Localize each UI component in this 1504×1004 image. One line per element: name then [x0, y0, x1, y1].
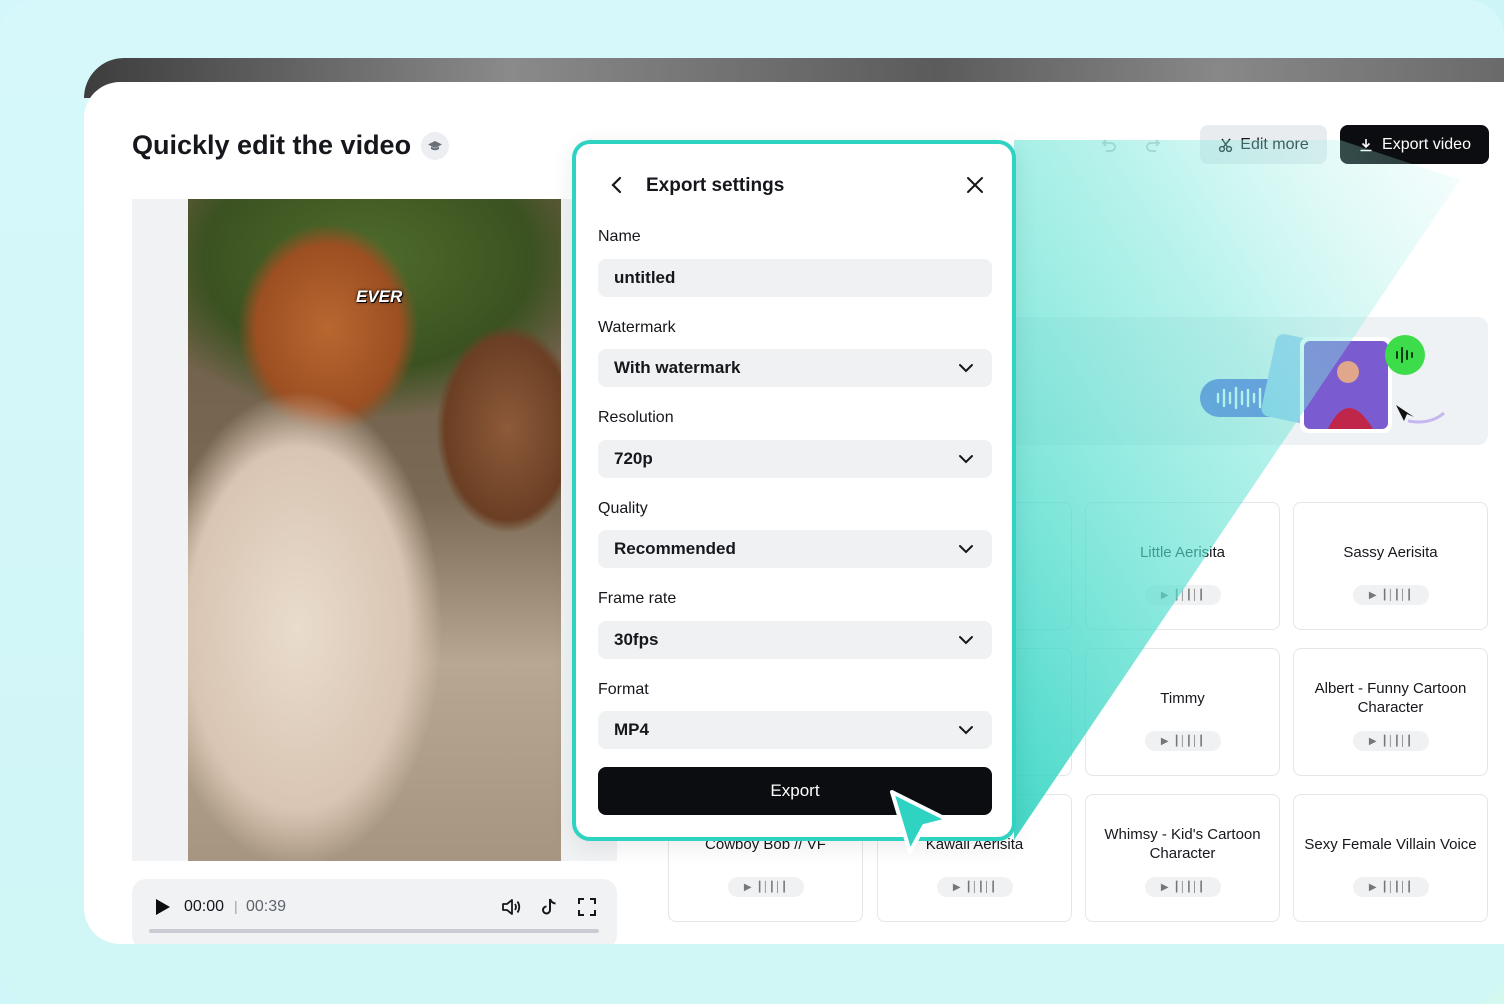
- graduation-cap-icon[interactable]: [421, 131, 450, 160]
- voice-name: Timmy: [1160, 690, 1205, 707]
- pointer-cursor-icon: [890, 790, 950, 854]
- framerate-value: 30fps: [614, 630, 659, 649]
- play-icon[interactable]: [152, 897, 172, 917]
- play-icon: ▶: [1368, 589, 1377, 601]
- play-icon: ▶: [1160, 735, 1169, 747]
- video-frame[interactable]: EVER: [188, 199, 561, 861]
- play-icon: ▶: [743, 881, 752, 893]
- name-input[interactable]: untitled: [598, 259, 992, 297]
- export-video-label: Export video: [1382, 135, 1471, 153]
- watermark-label: Watermark: [598, 319, 676, 336]
- voice-card[interactable]: Timmy ▶ ┃│┃│┃: [1085, 648, 1280, 776]
- watermark-select[interactable]: With watermark: [598, 349, 992, 387]
- page-title: Quickly edit the video: [132, 130, 450, 161]
- waveform-icon: ┃│┃│┃: [965, 881, 997, 893]
- chevron-down-icon: [959, 455, 973, 464]
- dialog-title: Export settings: [646, 175, 785, 196]
- format-value: MP4: [614, 720, 649, 739]
- download-icon: [1360, 138, 1372, 151]
- undo-redo-group: [1098, 135, 1164, 155]
- voice-card[interactable]: Albert - Funny Cartoon Character ▶ ┃│┃│┃: [1293, 648, 1488, 776]
- resolution-value: 720p: [614, 449, 653, 468]
- edit-more-label: Edit more: [1240, 135, 1309, 153]
- video-player-controls: 00:00 | 00:39: [132, 879, 617, 944]
- play-icon: ▶: [1368, 881, 1377, 893]
- quality-label: Quality: [598, 500, 648, 517]
- format-label: Format: [598, 681, 649, 698]
- play-icon: ▶: [1160, 589, 1169, 601]
- play-icon: ▶: [952, 881, 961, 893]
- voice-preview-button[interactable]: ▶ ┃│┃│┃: [1352, 585, 1429, 605]
- resolution-label: Resolution: [598, 409, 674, 426]
- voice-card[interactable]: Sexy Female Villain Voice ▶ ┃│┃│┃: [1293, 794, 1488, 922]
- voice-preview-button[interactable]: ▶ ┃│┃│┃: [1144, 585, 1221, 605]
- edit-more-button[interactable]: Edit more: [1200, 125, 1327, 164]
- watermark-value: With watermark: [614, 358, 741, 377]
- time-total: 00:39: [246, 898, 287, 915]
- waveform-icon: ┃│┃│┃: [1173, 589, 1205, 601]
- close-icon[interactable]: [964, 174, 986, 196]
- page-title-text: Quickly edit the video: [132, 130, 412, 160]
- progress-track[interactable]: [149, 929, 599, 933]
- redo-icon[interactable]: [1144, 135, 1164, 155]
- video-preview: EVER: [132, 199, 617, 861]
- chevron-down-icon: [959, 726, 973, 735]
- framerate-label: Frame rate: [598, 590, 677, 607]
- resolution-select[interactable]: 720p: [598, 440, 992, 478]
- play-icon: ▶: [1160, 881, 1169, 893]
- export-settings-dialog: Export settings Name untitled Watermark …: [572, 140, 1016, 841]
- chevron-down-icon: [959, 545, 973, 554]
- time-separator: |: [234, 898, 238, 914]
- voice-preview-button[interactable]: ▶ ┃│┃│┃: [1352, 877, 1429, 897]
- voice-preview-button[interactable]: ▶ ┃│┃│┃: [1144, 877, 1221, 897]
- export-label: Export: [770, 781, 820, 800]
- voice-card[interactable]: Little Aerisita ▶ ┃│┃│┃: [1085, 502, 1280, 630]
- voice-preview-button[interactable]: ▶ ┃│┃│┃: [1144, 731, 1221, 751]
- video-caption: EVER: [356, 287, 403, 306]
- waveform-icon: ┃│┃│┃: [1173, 881, 1205, 893]
- undo-icon[interactable]: [1098, 135, 1118, 155]
- voice-preview-button[interactable]: ▶ ┃│┃│┃: [936, 877, 1013, 897]
- voice-preview-button[interactable]: ▶ ┃│┃│┃: [1352, 731, 1429, 751]
- play-icon: ▶: [1368, 735, 1377, 747]
- format-select[interactable]: MP4: [598, 711, 992, 749]
- voice-name: Albert - Funny Cartoon Character: [1314, 680, 1467, 716]
- waveform-icon: ┃│┃│┃: [1381, 735, 1413, 747]
- chevron-down-icon: [959, 364, 973, 373]
- voice-preview-button[interactable]: ▶ ┃│┃│┃: [727, 877, 804, 897]
- quality-select[interactable]: Recommended: [598, 530, 992, 568]
- voice-name: Whimsy - Kid's Cartoon Character: [1104, 826, 1261, 862]
- name-label: Name: [598, 228, 641, 245]
- fullscreen-icon[interactable]: [576, 896, 598, 918]
- waveform-icon: ┃│┃│┃: [1381, 589, 1413, 601]
- quality-value: Recommended: [614, 539, 736, 558]
- name-value: untitled: [614, 268, 676, 287]
- voice-name: Sexy Female Villain Voice: [1304, 836, 1477, 853]
- waveform-icon: ┃│┃│┃: [1381, 881, 1413, 893]
- export-video-button[interactable]: Export video: [1340, 125, 1489, 164]
- voice-card[interactable]: Sassy Aerisita ▶ ┃│┃│┃: [1293, 502, 1488, 630]
- voice-card[interactable]: Whimsy - Kid's Cartoon Character ▶ ┃│┃│┃: [1085, 794, 1280, 922]
- voice-name: Sassy Aerisita: [1343, 544, 1438, 561]
- back-chevron-icon[interactable]: [606, 174, 628, 196]
- time-current: 00:00: [184, 898, 225, 915]
- tiktok-icon[interactable]: [538, 896, 560, 918]
- waveform-icon: ┃│┃│┃: [1173, 735, 1205, 747]
- chevron-down-icon: [959, 636, 973, 645]
- framerate-select[interactable]: 30fps: [598, 621, 992, 659]
- waveform-icon: ┃│┃│┃: [756, 881, 788, 893]
- voice-illustration: [1200, 334, 1445, 433]
- scissors-icon: [1219, 138, 1233, 152]
- voice-name: Little Aerisita: [1139, 544, 1226, 561]
- volume-icon[interactable]: [500, 896, 522, 918]
